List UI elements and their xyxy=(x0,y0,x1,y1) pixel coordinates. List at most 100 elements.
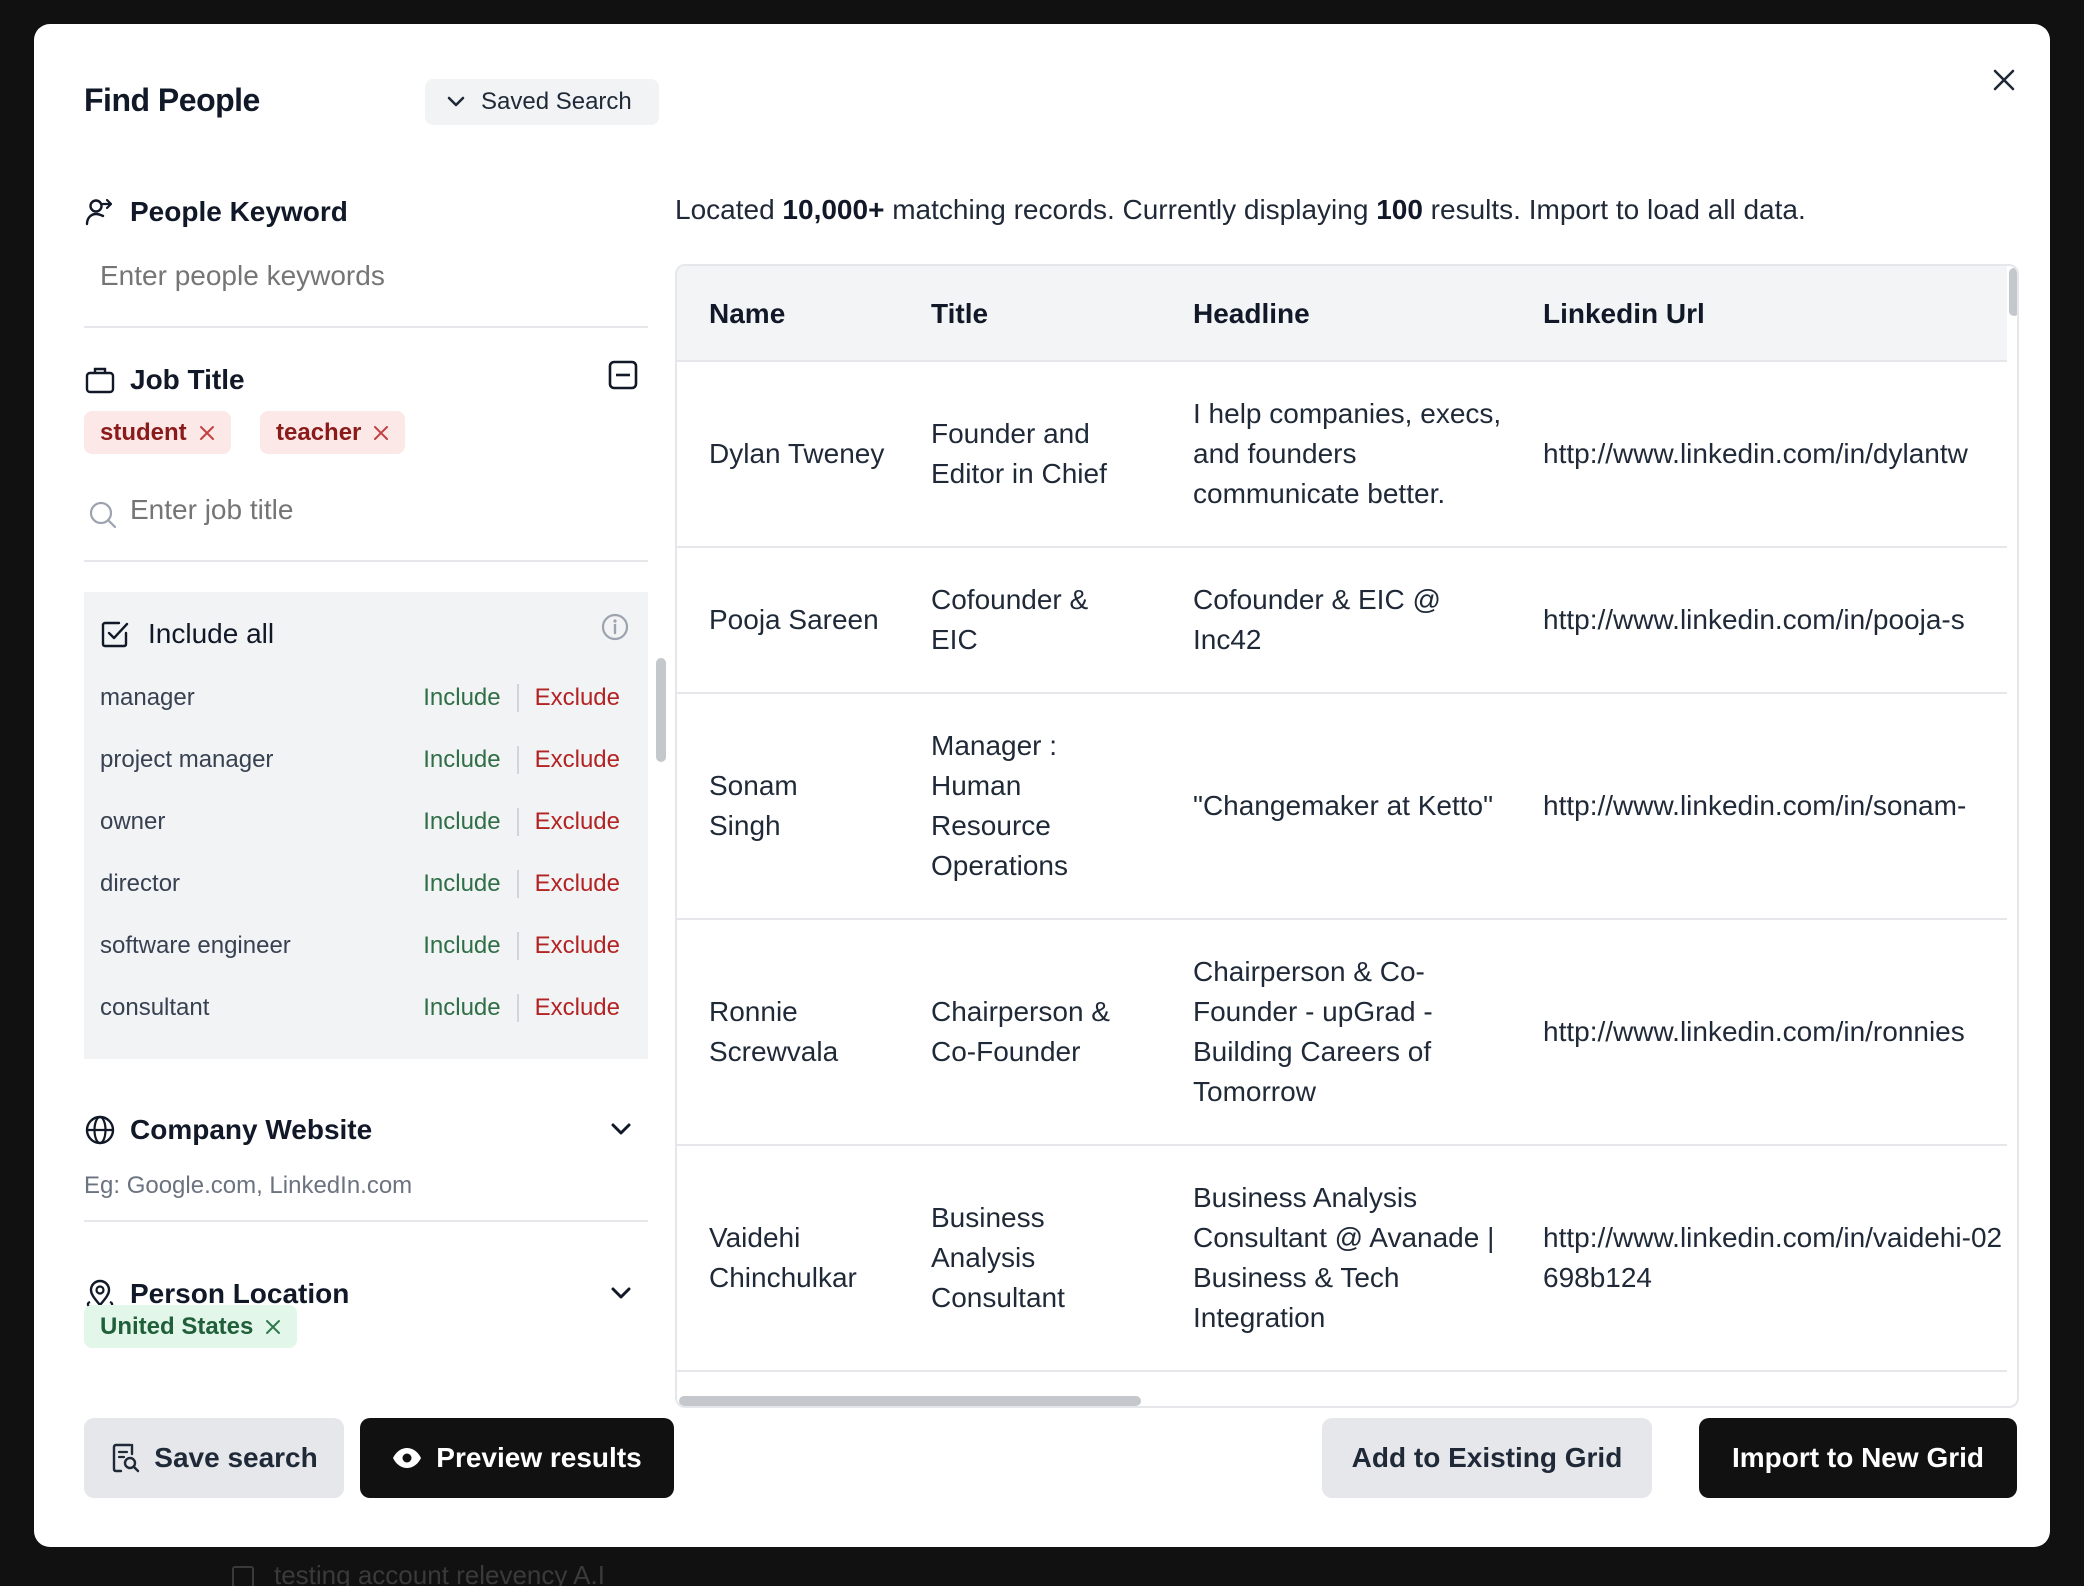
preview-results-label: Preview results xyxy=(436,1442,642,1473)
include-button[interactable]: Include xyxy=(423,994,500,1022)
include-button[interactable]: Include xyxy=(423,870,500,898)
separator xyxy=(516,932,519,960)
chip-label: teacher xyxy=(276,418,362,446)
cell-headline: Chairperson & Co-Founder - upGrad - Buil… xyxy=(1193,956,1433,1107)
save-search-button[interactable]: Save search xyxy=(84,1418,344,1498)
people-keyword-label: People Keyword xyxy=(130,196,348,227)
include-button[interactable]: Include xyxy=(423,746,500,774)
job-title-chip[interactable]: teacher xyxy=(260,411,406,454)
cell-name: Vaidehi Chinchulkar xyxy=(709,1222,857,1293)
job-title-suggestion: manager Include Exclude xyxy=(100,678,620,718)
briefcase-icon xyxy=(85,367,115,394)
cell-title: Business Analysis Consultant xyxy=(931,1202,1065,1313)
job-title-label: Job Title xyxy=(130,364,245,395)
exclude-button[interactable]: Exclude xyxy=(535,932,620,960)
cell-linkedin-url[interactable]: http://www.linkedin.com/in/vaidehi-02698… xyxy=(1543,1146,2007,1370)
suggestion-label: project manager xyxy=(100,746,274,773)
cell-headline: I help companies, execs, and founders co… xyxy=(1193,398,1502,509)
table-row[interactable]: Vaidehi Chinchulkar Business Analysis Co… xyxy=(677,1146,2007,1372)
suggestions-scrollbar[interactable] xyxy=(656,658,666,762)
remove-chip-icon[interactable] xyxy=(373,425,389,441)
job-title-suggestions-panel: Include all manager Include Exclude proj… xyxy=(84,592,666,1059)
column-header[interactable]: Linkedin Url xyxy=(1543,298,1705,330)
exclude-button[interactable]: Exclude xyxy=(535,870,620,898)
collapse-icon xyxy=(608,360,638,390)
remove-chip-icon[interactable] xyxy=(199,425,215,441)
separator xyxy=(516,870,519,898)
job-title-suggestion: software engineer Include Exclude xyxy=(100,926,620,966)
results-table: Name Title Headline Linkedin Url Dylan T… xyxy=(675,264,2019,1408)
find-people-modal: Find People Saved Search People Keyword … xyxy=(34,24,2050,1547)
grid-icon xyxy=(232,1566,254,1586)
include-all-toggle[interactable]: Include all xyxy=(100,618,274,650)
cell-title: Cofounder & EIC xyxy=(931,584,1089,655)
column-header[interactable]: Headline xyxy=(1193,298,1310,330)
chip-label: United States xyxy=(100,1312,254,1340)
table-row[interactable]: Sonam Singh Manager : Human Resource Ope… xyxy=(677,694,2007,920)
cell-name: Sonam Singh xyxy=(709,770,798,841)
suggestion-label: director xyxy=(100,870,181,897)
job-title-suggestion: director Include Exclude xyxy=(100,864,620,904)
saved-search-label: Saved Search xyxy=(481,88,632,115)
chevron-down-icon xyxy=(611,1123,631,1135)
close-icon xyxy=(1993,69,2015,91)
separator xyxy=(516,994,519,1022)
results-summary: Located 10,000+ matching records. Curren… xyxy=(675,194,1806,226)
add-to-existing-grid-button[interactable]: Add to Existing Grid xyxy=(1322,1418,1652,1498)
cell-name: Ronnie Screwvala xyxy=(709,996,839,1067)
search-icon xyxy=(88,500,118,535)
backdrop-row: testing account relevency A.I xyxy=(232,1560,605,1586)
company-website-header[interactable]: Company Website xyxy=(84,1114,372,1146)
include-button[interactable]: Include xyxy=(423,932,500,960)
job-title-header: Job Title xyxy=(84,364,245,396)
chip-label: student xyxy=(100,418,187,446)
include-all-label: Include all xyxy=(148,618,275,649)
exclude-button[interactable]: Exclude xyxy=(535,994,620,1022)
exclude-button[interactable]: Exclude xyxy=(535,684,620,712)
summary-suffix: results. Import to load all data. xyxy=(1422,194,1806,225)
suggestion-label: consultant xyxy=(100,994,210,1021)
table-horizontal-scrollbar[interactable] xyxy=(679,1396,1141,1406)
cell-linkedin-url[interactable]: http://www.linkedin.com/in/sonam- xyxy=(1543,694,2007,918)
table-row[interactable]: Pooja Sareen Cofounder & EIC Cofounder &… xyxy=(677,548,2007,694)
chevron-down-icon xyxy=(447,96,465,107)
include-button[interactable]: Include xyxy=(423,684,500,712)
job-title-chip[interactable]: student xyxy=(84,411,231,454)
eye-icon xyxy=(393,1448,422,1468)
globe-icon xyxy=(85,1115,115,1145)
cell-linkedin-url[interactable]: http://www.linkedin.com/in/dylantw xyxy=(1543,362,2007,546)
exclude-button[interactable]: Exclude xyxy=(535,808,620,836)
column-header[interactable]: Title xyxy=(931,298,988,330)
saved-search-dropdown[interactable]: Saved Search xyxy=(425,79,659,125)
close-button[interactable] xyxy=(1984,60,2024,100)
expand-company-website-button[interactable] xyxy=(610,1122,632,1141)
job-title-suggestion: project manager Include Exclude xyxy=(100,740,620,780)
preview-results-button[interactable]: Preview results xyxy=(360,1418,674,1498)
cell-name: Pooja Sareen xyxy=(709,604,879,635)
location-chip[interactable]: United States xyxy=(84,1305,298,1348)
separator xyxy=(516,684,519,712)
cell-linkedin-url[interactable]: http://www.linkedin.com/in/ronnies xyxy=(1543,920,2007,1144)
people-keyword-input[interactable] xyxy=(100,260,620,292)
exclude-button[interactable]: Exclude xyxy=(535,746,620,774)
job-title-input[interactable] xyxy=(130,494,610,526)
table-vertical-scrollbar[interactable] xyxy=(2009,268,2017,316)
info-icon[interactable] xyxy=(600,612,630,647)
divider xyxy=(84,326,648,328)
collapse-job-title-button[interactable] xyxy=(608,360,638,395)
table-row[interactable]: Dylan Tweney Founder and Editor in Chief… xyxy=(677,362,2007,548)
cell-headline: "Changemaker at Ketto" xyxy=(1193,790,1494,821)
import-to-new-grid-button[interactable]: Import to New Grid xyxy=(1699,1418,2017,1498)
people-keyword-header: People Keyword xyxy=(84,196,348,228)
save-search-label: Save search xyxy=(154,1442,318,1473)
suggestion-label: manager xyxy=(100,684,195,711)
include-button[interactable]: Include xyxy=(423,808,500,836)
column-header[interactable]: Name xyxy=(709,298,785,330)
table-row[interactable]: Ronnie Screwvala Chairperson & Co-Founde… xyxy=(677,920,2007,1146)
checkbox-checked-icon xyxy=(101,621,129,648)
remove-chip-icon[interactable] xyxy=(265,1319,281,1335)
expand-person-location-button[interactable] xyxy=(610,1286,632,1305)
cell-linkedin-url[interactable]: http://www.linkedin.com/in/pooja-s xyxy=(1543,548,2007,692)
company-website-label: Company Website xyxy=(130,1114,373,1145)
cell-headline: Cofounder & EIC @ Inc42 xyxy=(1193,584,1441,655)
